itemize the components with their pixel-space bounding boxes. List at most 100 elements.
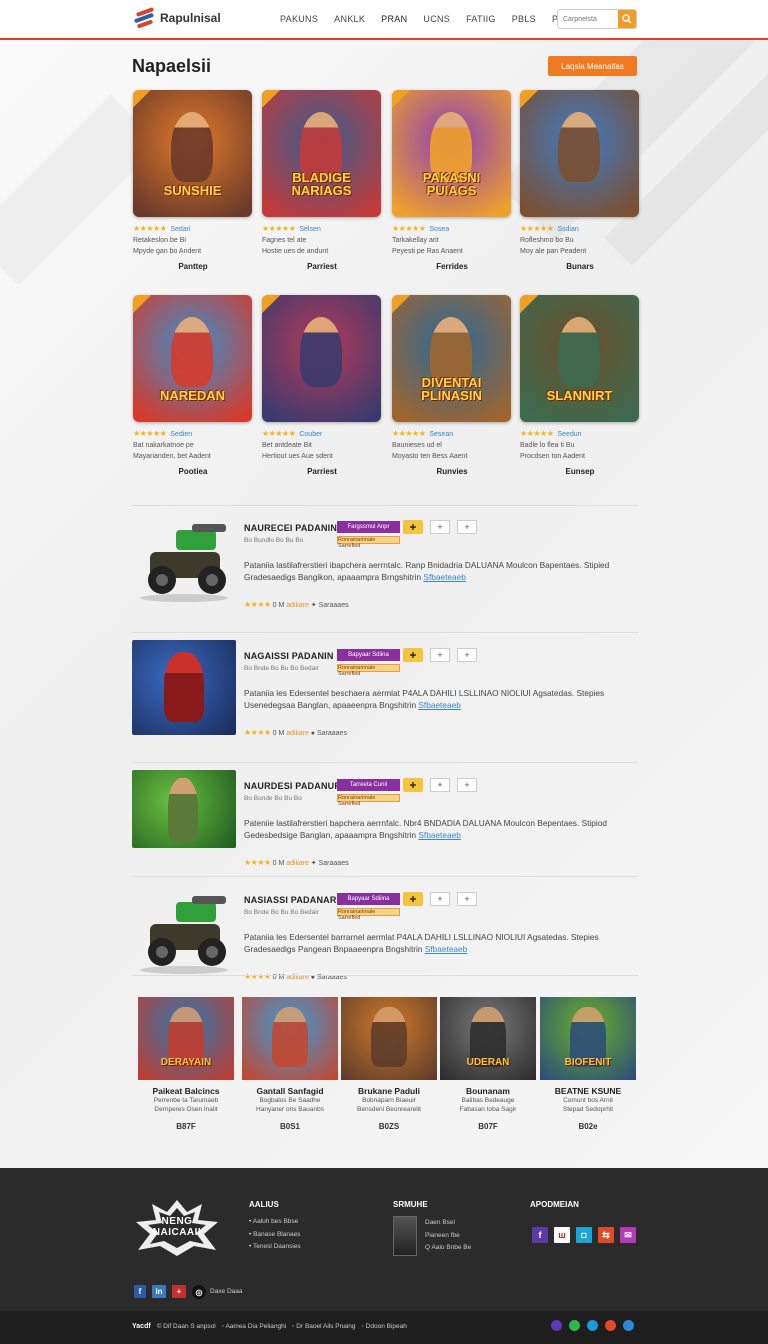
- footer-link[interactable]: Banase Blanaes: [249, 1229, 301, 1242]
- card-name[interactable]: Eunsep: [520, 466, 640, 478]
- bottom-link[interactable]: ◦ Dr Baoel Ails Pnaing: [292, 1323, 355, 1330]
- item-image[interactable]: [132, 884, 236, 979]
- card-name[interactable]: Pootiea: [133, 466, 253, 478]
- item-image[interactable]: [132, 640, 236, 735]
- item-title[interactable]: NAURECEI PADANIN: [244, 523, 337, 533]
- rec-thumbnail[interactable]: BIOFENIT: [540, 997, 636, 1080]
- site-logo[interactable]: Rapulnisal: [133, 7, 221, 29]
- card-name[interactable]: Runvies: [392, 466, 512, 478]
- item-title[interactable]: NASIASSI PADANAR: [244, 895, 337, 905]
- item-title[interactable]: NAGAISSI PADANIN: [244, 651, 334, 661]
- card-label[interactable]: Seedun: [557, 431, 581, 438]
- controller-icon[interactable]: ✚: [403, 648, 423, 662]
- rec-title[interactable]: Bounanam: [440, 1086, 536, 1096]
- recommended-card[interactable]: BIOFENIT BEATNE KSUNE Comunt bos Arnit S…: [540, 997, 636, 1131]
- chat-icon[interactable]: ◘: [576, 1227, 592, 1243]
- nav-item[interactable]: UCNS: [415, 0, 458, 40]
- card-name[interactable]: Bunars: [520, 261, 640, 273]
- item-link[interactable]: Sfbaeteaeb: [425, 944, 467, 954]
- recommended-card[interactable]: Brukane Paduli Bobnaparn Biaeuir Bensden…: [341, 997, 437, 1131]
- plus-icon[interactable]: +: [172, 1285, 186, 1298]
- list-item[interactable]: NASIASSI PADANAR Bo Bnde Bo Bu Bo Bedair…: [132, 884, 638, 984]
- social-dot-icon[interactable]: [605, 1320, 616, 1331]
- list-item[interactable]: NAURECEI PADANIN Bo Bundlo Bo Bu Bo Farg…: [132, 512, 638, 612]
- card-name[interactable]: Ferrides: [392, 261, 512, 273]
- item-title[interactable]: NAURDESI PADANUR: [244, 781, 341, 791]
- facebook-icon[interactable]: f: [532, 1227, 548, 1243]
- item-category[interactable]: Saraaaes: [319, 860, 349, 867]
- search-input[interactable]: [558, 15, 618, 23]
- footer-link[interactable]: Tenesl Daansies: [249, 1241, 301, 1254]
- game-card[interactable]: SLANNIRT ★★★★★ Seedun Badle lo flea ti Bu…: [520, 295, 640, 478]
- list-item[interactable]: NAGAISSI PADANIN Bo Bnde Bo Bu Bo Bedair…: [132, 640, 638, 740]
- footer-logo[interactable]: NENG NAICAAII: [132, 1198, 222, 1258]
- game-card[interactable]: ★★★★★ Couber Bet antdeate Bit Hertiout ue…: [262, 295, 382, 478]
- add-button[interactable]: +: [430, 648, 450, 662]
- share-icon[interactable]: ⇆: [598, 1227, 614, 1243]
- card-label[interactable]: Ssdian: [557, 226, 578, 233]
- nav-item[interactable]: FATIIG: [458, 0, 504, 40]
- item-tag[interactable]: adiiiare: [286, 602, 309, 609]
- game-card[interactable]: SUNSHIE ★★★★★ Sedari Retakeslon be Bi Mpy…: [133, 90, 253, 273]
- recommended-card[interactable]: DERAYAIN Paikeat Balcincs Perrenbe ta Ta…: [138, 997, 234, 1131]
- controller-icon[interactable]: ✚: [403, 778, 423, 792]
- recommended-card[interactable]: UDERAN Bounanam Balibas Bedeauge Fabasan…: [440, 997, 536, 1131]
- rec-title[interactable]: Gantall Sanfagid: [242, 1086, 338, 1096]
- item-category[interactable]: Saraaaes: [319, 602, 349, 609]
- game-thumbnail[interactable]: SUNSHIE: [133, 90, 252, 217]
- bottom-link[interactable]: ◦ Aamea Dia Pelianghi: [222, 1323, 286, 1330]
- circle-icon[interactable]: ◎: [192, 1285, 206, 1299]
- card-label[interactable]: Sesean: [429, 431, 453, 438]
- game-thumbnail[interactable]: SLANNIRT: [520, 295, 639, 422]
- social-dot-icon[interactable]: [587, 1320, 598, 1331]
- game-thumbnail[interactable]: [262, 295, 381, 422]
- item-link[interactable]: Sfbaeteaeb: [423, 572, 465, 582]
- footer-link[interactable]: Aaluh bes Bbse: [249, 1216, 301, 1229]
- facebook-icon[interactable]: f: [134, 1285, 146, 1298]
- item-link[interactable]: Sfbaeteaeb: [418, 700, 460, 710]
- game-card[interactable]: ★★★★★ Ssdian Rofleshmo bo Bu Moy ale pan …: [520, 90, 640, 273]
- card-label[interactable]: Sedien: [170, 431, 192, 438]
- game-thumbnail[interactable]: NAREDAN: [133, 295, 252, 422]
- more-button[interactable]: +: [457, 892, 477, 906]
- search-button[interactable]: [618, 10, 636, 28]
- item-tag[interactable]: adiiiare: [286, 860, 309, 867]
- cta-button[interactable]: Laqsla Meanalfas: [548, 56, 637, 76]
- rec-thumbnail[interactable]: [242, 997, 338, 1080]
- more-button[interactable]: +: [457, 520, 477, 534]
- nav-item-active[interactable]: PRAN: [373, 0, 416, 40]
- linkedin-icon[interactable]: in: [152, 1285, 166, 1298]
- controller-icon[interactable]: ✚: [403, 892, 423, 906]
- card-name[interactable]: Parriest: [262, 466, 382, 478]
- nav-item[interactable]: PBLS: [504, 0, 544, 40]
- rec-title[interactable]: Paikeat Balcincs: [138, 1086, 234, 1096]
- social-dot-icon[interactable]: [551, 1320, 562, 1331]
- rec-thumbnail[interactable]: UDERAN: [440, 997, 536, 1080]
- rec-thumbnail[interactable]: [341, 997, 437, 1080]
- game-thumbnail[interactable]: DIVENTAI PLINASIN: [392, 295, 511, 422]
- brand-icon[interactable]: ш: [554, 1227, 570, 1243]
- add-button[interactable]: +: [430, 778, 450, 792]
- item-tag[interactable]: adiiiare: [286, 730, 309, 737]
- game-card[interactable]: PAKASNI PUIAGS ★★★★★ Sosea Tarkakellay ar…: [392, 90, 512, 273]
- nav-item[interactable]: PAKUNS: [272, 0, 326, 40]
- add-button[interactable]: +: [430, 520, 450, 534]
- game-thumbnail[interactable]: PAKASNI PUIAGS: [392, 90, 511, 217]
- bottom-link[interactable]: © Dif Daan S anpsol: [157, 1323, 216, 1330]
- card-name[interactable]: Parriest: [262, 261, 382, 273]
- game-card[interactable]: BLADIGE NARIAGS ★★★★★ Selsen Fagnes tel a…: [262, 90, 382, 273]
- game-thumbnail[interactable]: [520, 90, 639, 217]
- card-label[interactable]: Sedari: [170, 226, 190, 233]
- item-image[interactable]: [132, 512, 236, 607]
- game-thumbnail[interactable]: BLADIGE NARIAGS: [262, 90, 381, 217]
- game-card[interactable]: DIVENTAI PLINASIN ★★★★★ Sesean Baunieses …: [392, 295, 512, 478]
- item-category[interactable]: Saraaaes: [317, 730, 347, 737]
- card-label[interactable]: Selsen: [299, 226, 320, 233]
- recommended-card[interactable]: Gantall Sanfagid Bogbalos Be Saadhe Hany…: [242, 997, 338, 1131]
- more-button[interactable]: +: [457, 778, 477, 792]
- bottom-link[interactable]: ◦ Ddoon Bipeah: [362, 1323, 407, 1330]
- nav-item[interactable]: ANKLK: [326, 0, 373, 40]
- rec-title[interactable]: Brukane Paduli: [341, 1086, 437, 1096]
- rec-thumbnail[interactable]: DERAYAIN: [138, 997, 234, 1080]
- list-item[interactable]: NAURDESI PADANUR Bo Bunde Bo Bu Bo Tarre…: [132, 770, 638, 870]
